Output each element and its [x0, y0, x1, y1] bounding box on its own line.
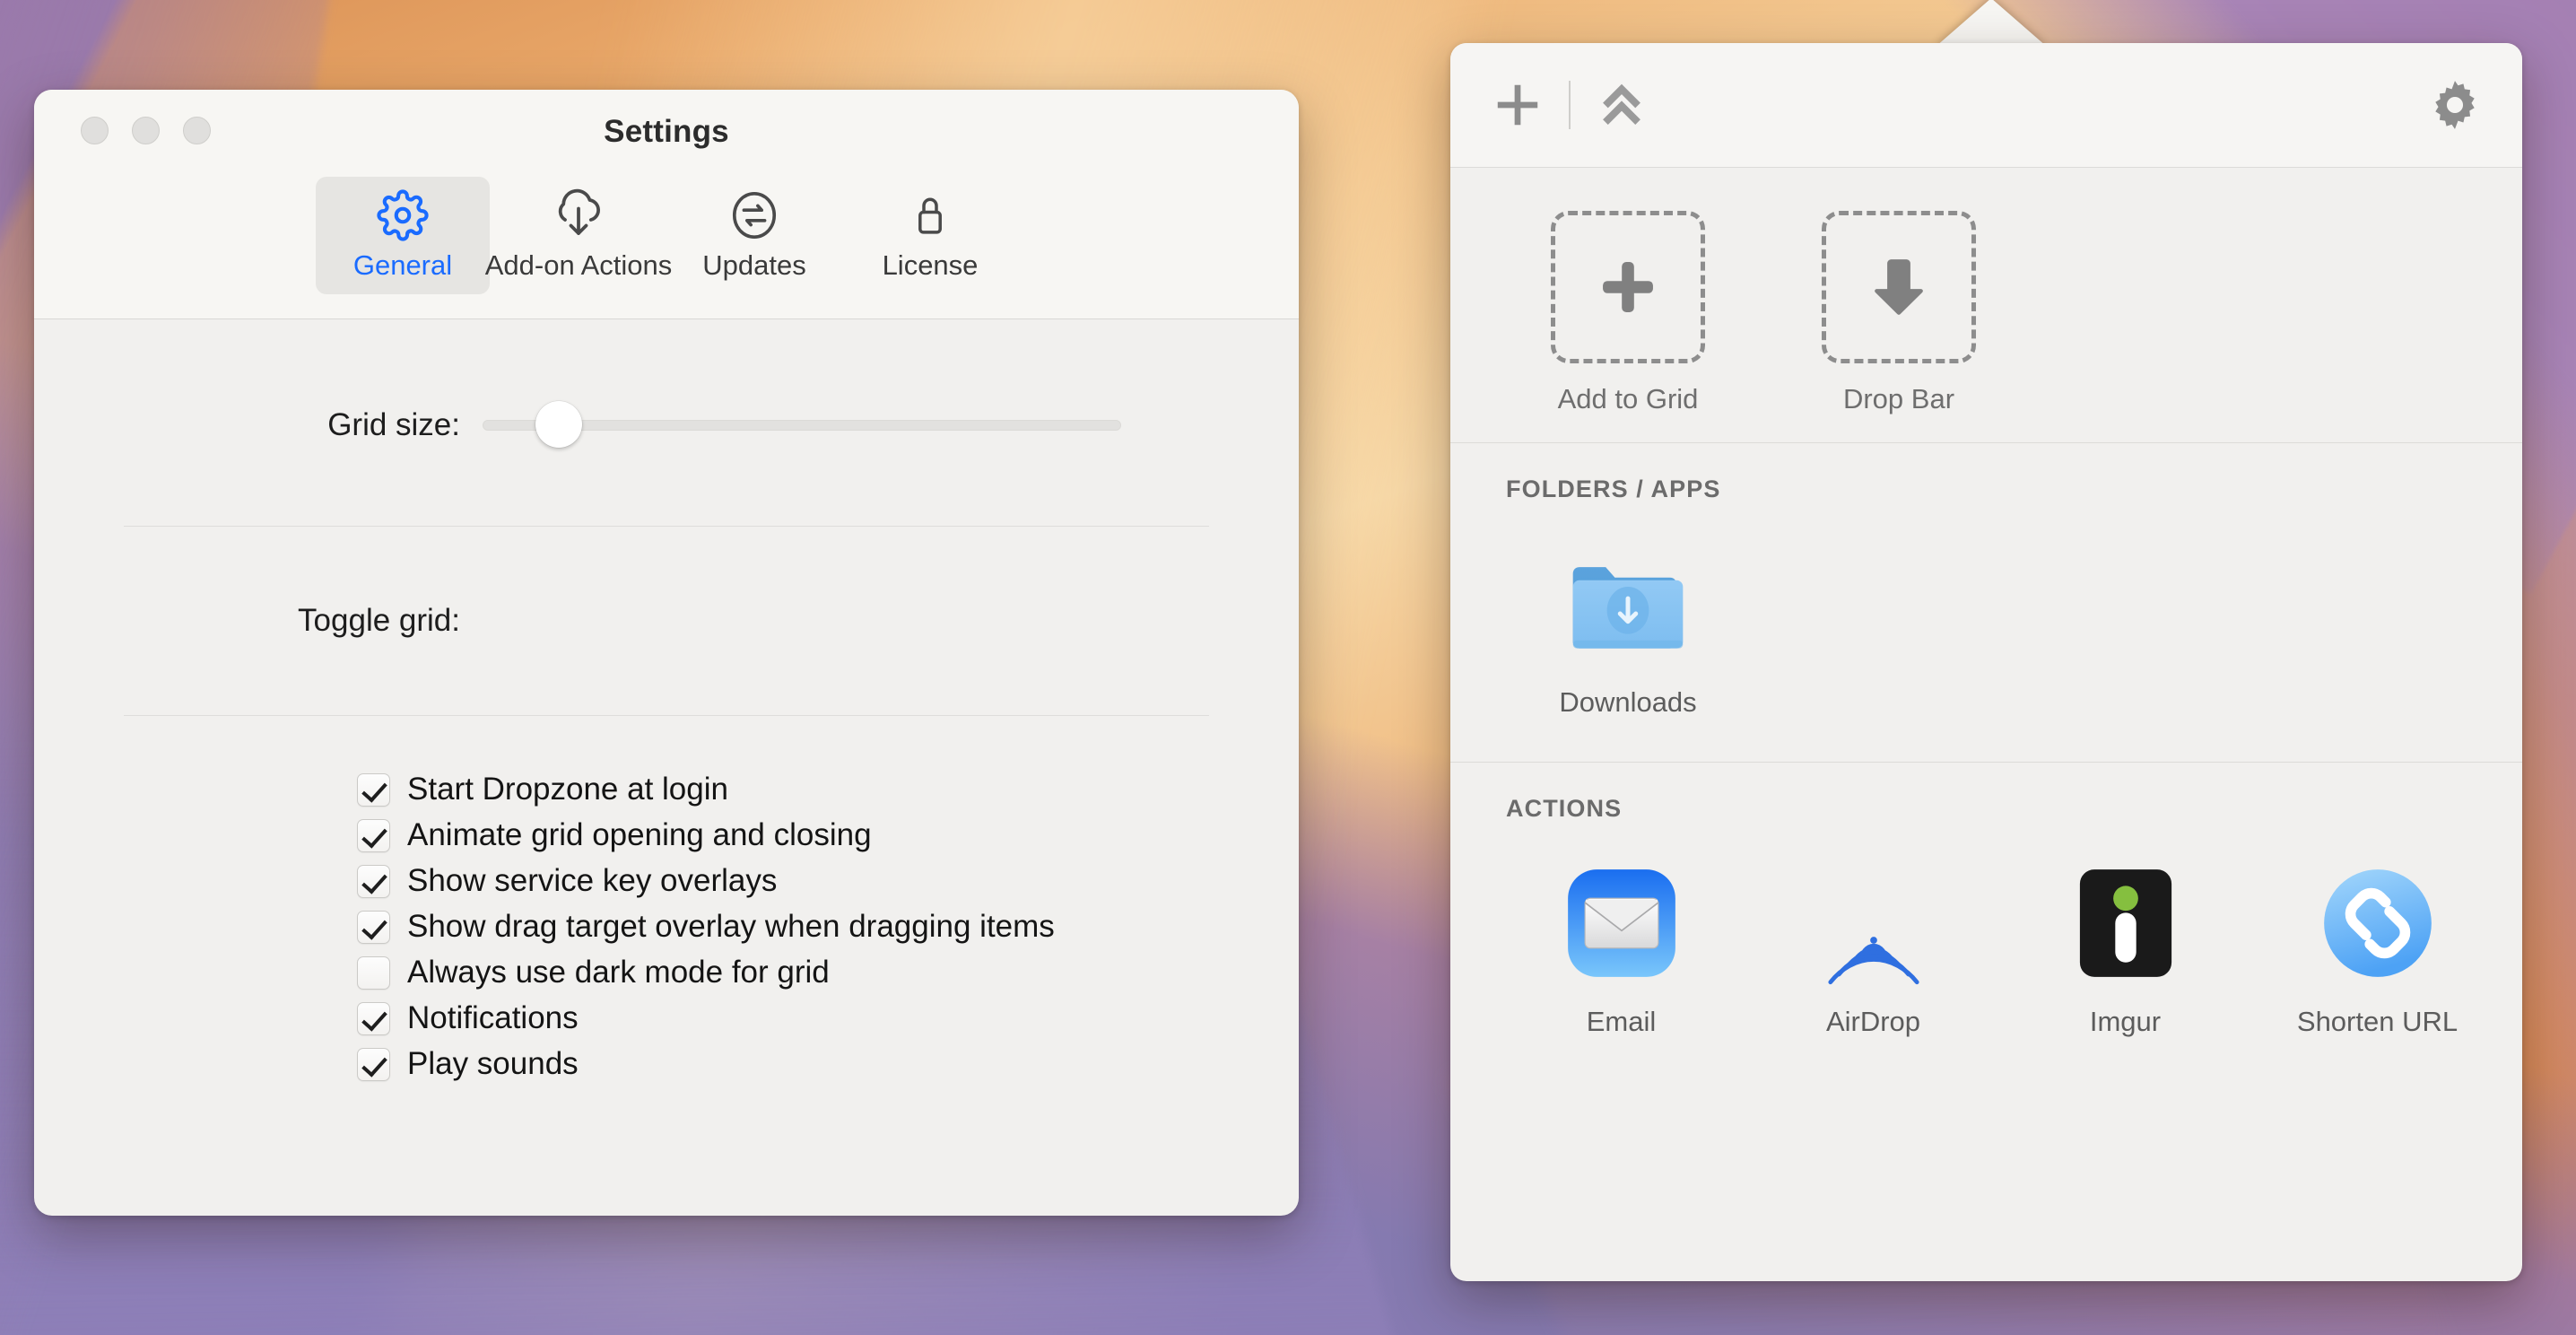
option-label: Notifications — [407, 1000, 579, 1036]
folders-apps-grid: Downloads — [1450, 503, 2522, 762]
tab-license-label: License — [883, 249, 979, 282]
section-header-folders-apps: FOLDERS / APPS — [1450, 443, 2522, 503]
plus-icon[interactable] — [1490, 77, 1545, 133]
option-notifications[interactable]: Notifications — [357, 1000, 1299, 1036]
drop-target-drop-bar[interactable]: Drop Bar — [1777, 211, 2021, 415]
mail-app-icon — [1555, 857, 1688, 990]
grid-size-label: Grid size: — [34, 407, 483, 443]
grid-item-imgur[interactable]: Imgur — [2001, 857, 2250, 1038]
general-options-list: Start Dropzone at login Animate grid ope… — [34, 716, 1299, 1082]
tab-addon-actions[interactable]: Add-on Actions — [492, 177, 666, 294]
option-play-sounds[interactable]: Play sounds — [357, 1046, 1299, 1082]
option-dark-mode-grid[interactable]: Always use dark mode for grid — [357, 955, 1299, 990]
grid-item-label: Downloads — [1559, 686, 1696, 719]
window-title: Settings — [34, 114, 1299, 150]
drop-box[interactable] — [1551, 211, 1705, 363]
grid-size-slider[interactable] — [483, 402, 1121, 449]
option-start-at-login[interactable]: Start Dropzone at login — [357, 772, 1299, 807]
toolbar-divider — [1569, 81, 1571, 129]
option-label: Always use dark mode for grid — [407, 955, 830, 990]
imgur-icon — [2059, 857, 2192, 990]
grid-item-airdrop[interactable]: AirDrop — [1749, 857, 1997, 1038]
settings-tab-bar: General Add-on Actions — [34, 177, 1299, 294]
tab-general[interactable]: General — [316, 177, 490, 294]
settings-body: Grid size: Toggle grid: Start Dropzone a… — [34, 319, 1299, 1216]
grid-item-label: Email — [1587, 1006, 1657, 1038]
checkbox[interactable] — [357, 865, 390, 898]
option-drag-target-overlay[interactable]: Show drag target overlay when dragging i… — [357, 909, 1299, 945]
option-label: Animate grid opening and closing — [407, 817, 872, 853]
tab-general-label: General — [353, 249, 452, 282]
tab-updates[interactable]: Updates — [667, 177, 841, 294]
tab-addon-actions-label: Add-on Actions — [485, 249, 673, 282]
plus-icon — [1589, 249, 1667, 326]
checkbox[interactable] — [357, 956, 390, 990]
drop-box[interactable] — [1822, 211, 1976, 363]
link-chain-icon — [2311, 857, 2444, 990]
grid-item-shorten-url[interactable]: Shorten URL — [2253, 857, 2502, 1038]
option-label: Show service key overlays — [407, 863, 777, 899]
actions-grid: Email AirDrop — [1450, 823, 2522, 1038]
grid-size-row: Grid size: — [34, 319, 1299, 449]
drop-targets-row: Add to Grid Drop Bar — [1450, 168, 2522, 442]
arrow-down-icon — [1860, 249, 1937, 326]
settings-window: Settings General — [34, 90, 1299, 1216]
dropzone-popover: Add to Grid Drop Bar FOLDERS / APPS — [1450, 43, 2522, 1281]
gear-icon — [377, 188, 429, 243]
grid-item-label: AirDrop — [1826, 1006, 1920, 1038]
checkbox[interactable] — [357, 911, 390, 944]
refresh-circle-icon — [728, 188, 780, 243]
option-animate-grid[interactable]: Animate grid opening and closing — [357, 817, 1299, 853]
checkbox[interactable] — [357, 1048, 390, 1081]
grid-item-label: Shorten URL — [2297, 1006, 2458, 1038]
airdrop-icon — [1807, 857, 1940, 990]
popover-toolbar — [1450, 43, 2522, 168]
grid-item-label: Imgur — [2090, 1006, 2161, 1038]
option-label: Start Dropzone at login — [407, 772, 728, 807]
drop-target-add-to-grid[interactable]: Add to Grid — [1506, 211, 1750, 415]
option-label: Show drag target overlay when dragging i… — [407, 909, 1055, 945]
tab-license[interactable]: License — [843, 177, 1017, 294]
toggle-grid-row: Toggle grid: — [34, 527, 1299, 715]
popover-arrow — [1936, 0, 2047, 47]
slider-thumb[interactable] — [535, 401, 582, 448]
tab-updates-label: Updates — [702, 249, 805, 282]
checkbox[interactable] — [357, 773, 390, 807]
lock-icon — [905, 188, 955, 243]
settings-titlebar: Settings General — [34, 90, 1299, 319]
drop-target-label: Add to Grid — [1558, 383, 1699, 415]
grid-item-downloads[interactable]: Downloads — [1506, 537, 1750, 719]
toggle-grid-label: Toggle grid: — [34, 603, 483, 639]
checkbox[interactable] — [357, 819, 390, 852]
shortcut-recorder[interactable] — [483, 594, 841, 648]
cloud-download-icon — [552, 188, 605, 243]
checkbox[interactable] — [357, 1002, 390, 1035]
double-chevron-up-icon[interactable] — [1594, 77, 1649, 133]
downloads-folder-icon — [1562, 537, 1694, 670]
grid-item-email[interactable]: Email — [1497, 857, 1745, 1038]
section-header-actions: ACTIONS — [1450, 763, 2522, 823]
option-service-key-overlays[interactable]: Show service key overlays — [357, 863, 1299, 899]
option-label: Play sounds — [407, 1046, 579, 1082]
gear-icon[interactable] — [2427, 77, 2483, 133]
drop-target-label: Drop Bar — [1843, 383, 1954, 415]
